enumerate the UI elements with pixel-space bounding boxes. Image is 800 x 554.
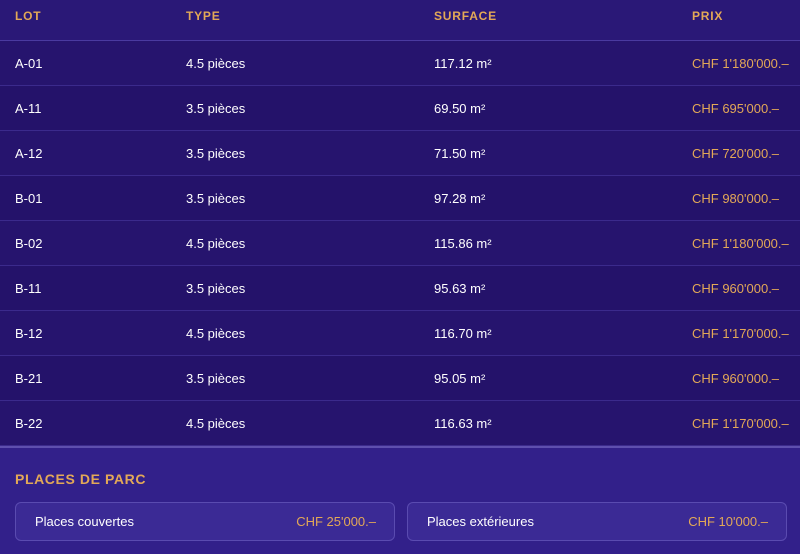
cell-lot: B-21 — [15, 370, 43, 386]
cell-lot: B-12 — [15, 325, 43, 341]
cell-prix: CHF 695'000.– — [692, 100, 780, 116]
lots-table: LOT TYPE SURFACE PRIX A-01 4.5 pièces 11… — [0, 0, 800, 448]
table-row[interactable]: B-22 4.5 pièces 116.63 m² CHF 1'170'000.… — [0, 401, 800, 446]
cell-surface: 115.86 m² — [434, 235, 492, 251]
parking-section: PLACES DE PARC Places couvertes CHF 25'0… — [0, 448, 800, 554]
cell-lot: B-01 — [15, 190, 43, 206]
cell-type: 3.5 pièces — [186, 100, 246, 116]
parking-title: PLACES DE PARC — [15, 471, 147, 487]
table-row[interactable]: A-11 3.5 pièces 69.50 m² CHF 695'000.– — [0, 86, 800, 131]
parking-card-covered[interactable]: Places couvertes CHF 25'000.– — [15, 502, 395, 541]
cell-type: 3.5 pièces — [186, 280, 246, 296]
parking-label: Places couvertes — [35, 514, 134, 529]
header-surface: SURFACE — [434, 9, 497, 23]
cell-surface: 116.70 m² — [434, 325, 492, 341]
cell-type: 4.5 pièces — [186, 415, 246, 431]
cell-prix: CHF 1'170'000.– — [692, 325, 789, 341]
cell-type: 3.5 pièces — [186, 145, 246, 161]
cell-surface: 97.28 m² — [434, 190, 486, 206]
cell-prix: CHF 720'000.– — [692, 145, 780, 161]
table-row[interactable]: A-12 3.5 pièces 71.50 m² CHF 720'000.– — [0, 131, 800, 176]
cell-lot: A-01 — [15, 55, 43, 71]
cell-prix: CHF 1'170'000.– — [692, 415, 789, 431]
cell-prix: CHF 980'000.– — [692, 190, 780, 206]
cell-lot: A-12 — [15, 145, 43, 161]
cell-prix: CHF 960'000.– — [692, 370, 780, 386]
cell-lot: A-11 — [15, 100, 42, 116]
cell-surface: 95.63 m² — [434, 280, 486, 296]
cell-type: 3.5 pièces — [186, 370, 246, 386]
cell-prix: CHF 960'000.– — [692, 280, 780, 296]
header-prix: PRIX — [692, 9, 724, 23]
cell-type: 3.5 pièces — [186, 190, 246, 206]
cell-lot: B-11 — [15, 280, 42, 296]
cell-surface: 69.50 m² — [434, 100, 486, 116]
cell-prix: CHF 1'180'000.– — [692, 55, 789, 71]
cell-surface: 71.50 m² — [434, 145, 486, 161]
page: LOT TYPE SURFACE PRIX A-01 4.5 pièces 11… — [0, 0, 800, 554]
cell-surface: 117.12 m² — [434, 55, 492, 71]
cell-type: 4.5 pièces — [186, 235, 246, 251]
table-header: LOT TYPE SURFACE PRIX — [0, 0, 800, 41]
cell-type: 4.5 pièces — [186, 325, 246, 341]
table-row[interactable]: B-21 3.5 pièces 95.05 m² CHF 960'000.– — [0, 356, 800, 401]
parking-price: CHF 25'000.– — [296, 514, 376, 529]
parking-label: Places extérieures — [427, 514, 534, 529]
parking-card-outdoor[interactable]: Places extérieures CHF 10'000.– — [407, 502, 787, 541]
cell-surface: 95.05 m² — [434, 370, 486, 386]
table-row[interactable]: B-02 4.5 pièces 115.86 m² CHF 1'180'000.… — [0, 221, 800, 266]
cell-prix: CHF 1'180'000.– — [692, 235, 789, 251]
table-row[interactable]: B-12 4.5 pièces 116.70 m² CHF 1'170'000.… — [0, 311, 800, 356]
cell-lot: B-22 — [15, 415, 43, 431]
table-row[interactable]: A-01 4.5 pièces 117.12 m² CHF 1'180'000.… — [0, 41, 800, 86]
header-lot: LOT — [15, 9, 42, 23]
table-row[interactable]: B-01 3.5 pièces 97.28 m² CHF 980'000.– — [0, 176, 800, 221]
cell-lot: B-02 — [15, 235, 43, 251]
parking-price: CHF 10'000.– — [688, 514, 768, 529]
cell-type: 4.5 pièces — [186, 55, 246, 71]
header-type: TYPE — [186, 9, 221, 23]
cell-surface: 116.63 m² — [434, 415, 492, 431]
table-row[interactable]: B-11 3.5 pièces 95.63 m² CHF 960'000.– — [0, 266, 800, 311]
